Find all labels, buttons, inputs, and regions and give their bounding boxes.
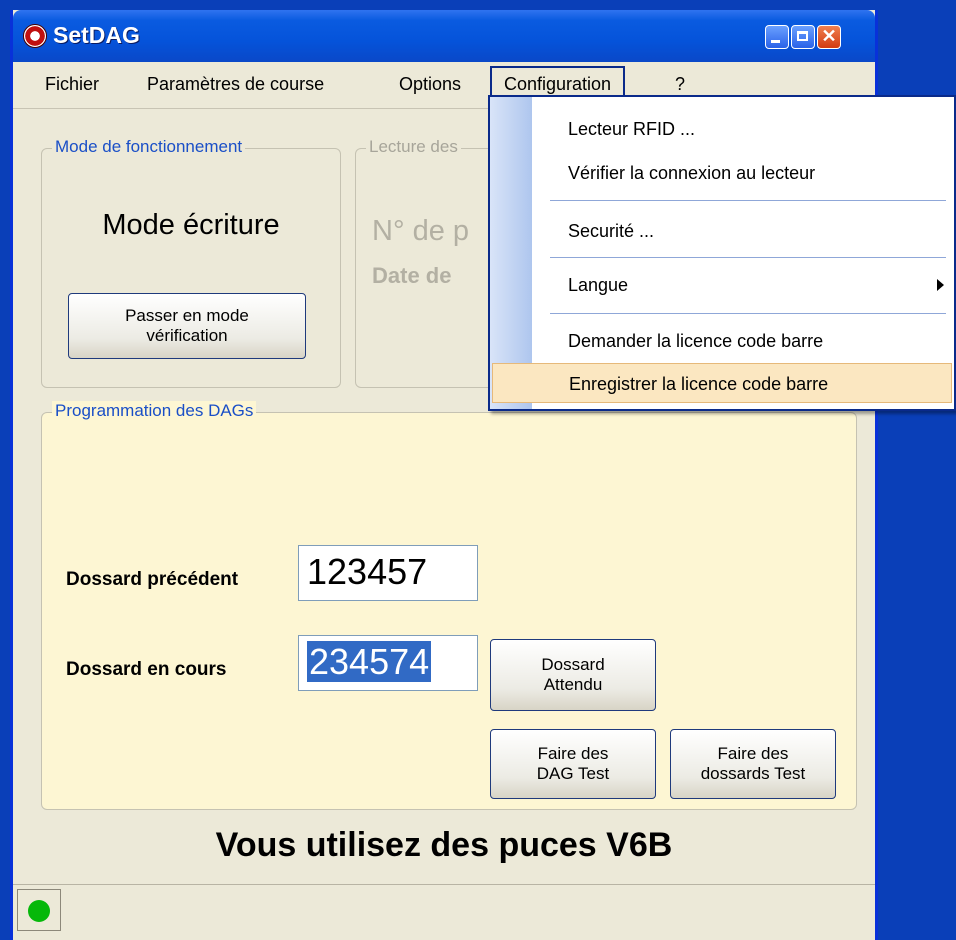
menu-item-language-label: Langue [568,275,629,295]
mode-text: Mode écriture [102,209,280,241]
previous-bib-field[interactable]: 123457 [298,545,478,601]
menu-item-check-connection[interactable]: Vérifier la connexion au lecteur [532,153,954,193]
menu-item-security[interactable]: Securité ... [532,211,954,251]
menu-help[interactable]: ? [669,72,691,97]
menu-item-rfid-reader[interactable]: Lecteur RFID ... [532,109,954,149]
menu-item-request-license[interactable]: Demander la licence code barre [532,321,954,361]
menu-item-language[interactable]: Langue [532,265,954,305]
menu-separator [550,200,946,201]
connection-status-icon [28,900,50,922]
test-bibs-button[interactable]: Faire des dossards Test [670,729,836,799]
previous-bib-label: Dossard précédent [66,569,239,590]
programmation-groupbox: Programmation des DAGs Dossard précédent… [41,401,857,810]
switch-mode-button[interactable]: Passer en mode vérification [68,293,306,359]
lecture-number-text: N° de p [372,215,470,247]
status-panel [17,889,61,931]
mode-groupbox: Mode de fonctionnement Mode écriture Pas… [41,137,341,388]
app-logo-icon [23,24,47,48]
mode-group-label: Mode de fonctionnement [52,137,246,157]
menu-separator [550,313,946,314]
status-bar [13,884,875,935]
minimize-button[interactable] [765,25,789,49]
menu-separator [550,257,946,258]
current-bib-value: 234574 [307,641,432,682]
programmation-group-label: Programmation des DAGs [52,401,257,421]
test-dag-button[interactable]: Faire des DAG Test [490,729,656,799]
close-button[interactable]: ✕ [817,25,841,49]
window-title: SetDAG [53,22,140,48]
submenu-arrow-icon [937,279,944,291]
title-bar[interactable]: SetDAG ✕ [13,10,875,62]
menu-fichier[interactable]: Fichier [39,72,105,97]
current-bib-label: Dossard en cours [66,659,227,680]
configuration-dropdown: Lecteur RFID ... Vérifier la connexion a… [488,95,956,411]
current-bib-field[interactable]: 234574 [298,635,478,691]
lecture-date-text: Date de [372,263,452,288]
expected-bib-button[interactable]: Dossard Attendu [490,639,656,711]
menu-parametres-course[interactable]: Paramètres de course [141,72,330,97]
menu-item-register-license[interactable]: Enregistrer la licence code barre [492,363,952,403]
lecture-group-label: Lecture des [366,137,461,157]
menu-options[interactable]: Options [393,72,467,97]
maximize-button[interactable] [791,25,815,49]
chip-info-message: Vous utilisez des puces V6B [215,826,673,864]
